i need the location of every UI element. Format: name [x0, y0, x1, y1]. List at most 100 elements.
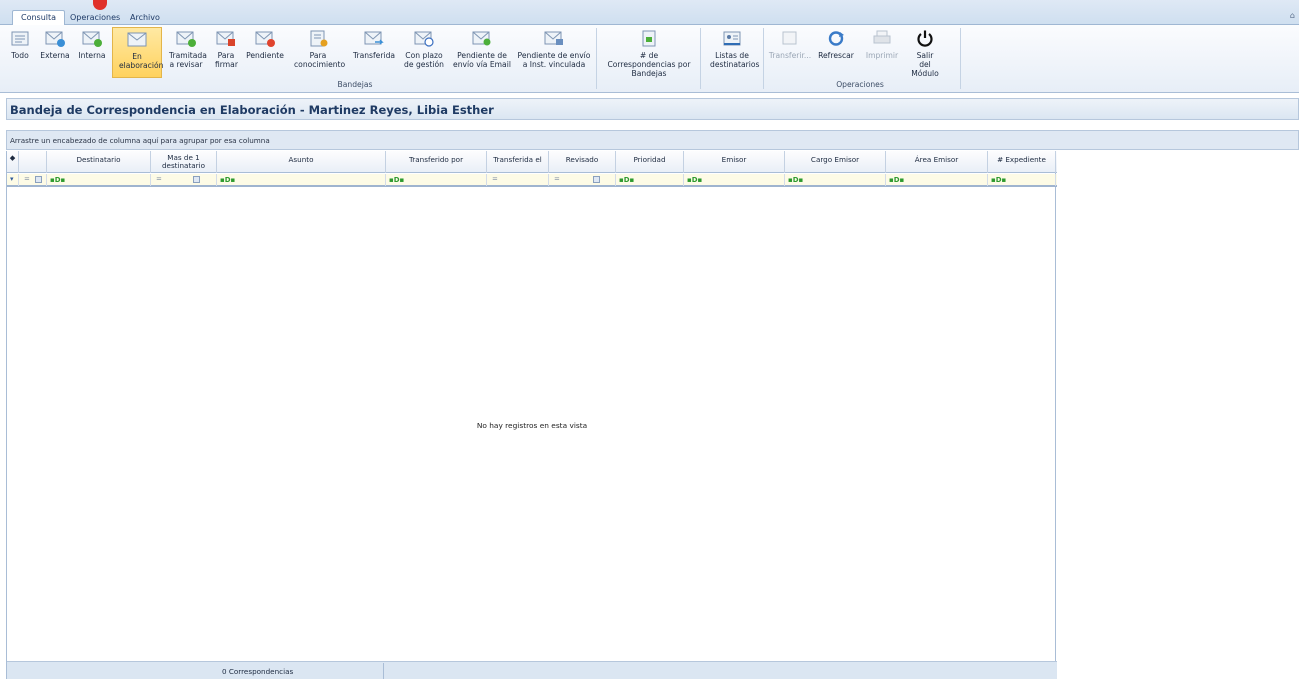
envelope-internal-icon	[82, 31, 102, 47]
tab-consulta[interactable]: Consulta	[12, 10, 66, 25]
column-header-destinatario[interactable]: Destinatario	[47, 151, 151, 173]
ribbon-button-pendiente-email[interactable]: Pendiente de envío vía Email	[452, 27, 512, 78]
refresh-icon	[828, 31, 844, 46]
column-header-area-emisor[interactable]: Área Emisor	[886, 151, 988, 173]
ribbon-button-refrescar[interactable]: Refrescar	[816, 27, 856, 78]
document-count-icon	[642, 30, 656, 47]
ribbon-button-transferir[interactable]: Transferir...	[768, 27, 812, 78]
equals-icon: =	[492, 175, 498, 183]
ribbon-separator	[960, 28, 961, 89]
printer-icon	[873, 30, 891, 44]
ribbon-button-pendiente-inst[interactable]: Pendiente de envío a Inst. vinculada	[516, 27, 592, 78]
filter-cargo-emisor[interactable]: ▪D▪	[785, 174, 886, 186]
ribbon-separator	[700, 28, 701, 89]
envelope-institution-icon	[544, 31, 563, 45]
ribbon-button-salir[interactable]: Salir del Módulo	[905, 27, 945, 78]
envelope-transfer-icon	[364, 31, 384, 45]
equals-icon: =	[554, 175, 560, 183]
envelope-email-icon	[472, 31, 491, 46]
select-column-header[interactable]	[19, 151, 47, 173]
envelope-pending-icon	[255, 31, 275, 47]
equals-icon: =	[156, 175, 162, 183]
ribbon: Todo Externa Interna En elaboración Tram…	[0, 25, 1299, 93]
envelope-draft-icon	[127, 32, 147, 47]
envelope-list-icon	[11, 31, 29, 46]
ribbon-tab-bar: Consulta Operaciones Archivo ⌂	[0, 0, 1299, 25]
record-count: 0 Correspondencias	[222, 667, 294, 676]
notification-badge	[93, 0, 107, 10]
column-header-cargo-emisor[interactable]: Cargo Emisor	[785, 151, 886, 173]
ribbon-button-pendiente[interactable]: Pendiente	[245, 27, 285, 78]
filter-select[interactable]: =	[19, 174, 47, 186]
column-header-transferido-por[interactable]: Transferido por	[386, 151, 487, 173]
grid-header: ◆ Destinatario Mas de 1 destinatario Asu…	[7, 151, 1057, 173]
filter-prioridad[interactable]: ▪D▪	[616, 174, 684, 186]
ribbon-button-tramitada[interactable]: Tramitada a revisar	[166, 27, 207, 78]
ribbon-button-para-conocimiento[interactable]: Para conocimiento	[290, 27, 346, 78]
filter-checkbox[interactable]	[193, 176, 200, 183]
filter-contains-icon: ▪D▪	[220, 176, 236, 184]
filter-row: ▾ = ▪D▪ = ▪D▪ ▪D▪ = = ▪D▪ ▪D▪ ▪D▪ ▪D▪ ▪D…	[7, 174, 1057, 187]
ribbon-button-en-elaboracion[interactable]: En elaboración	[112, 27, 163, 78]
filter-contains-icon: ▪D▪	[619, 176, 635, 184]
filter-row-indicator: ▾	[7, 174, 19, 186]
column-header-expediente[interactable]: # Expediente	[988, 151, 1056, 173]
filter-area-emisor[interactable]: ▪D▪	[886, 174, 988, 186]
ribbon-separator	[763, 28, 764, 89]
column-header-prioridad[interactable]: Prioridad	[616, 151, 684, 173]
filter-contains-icon: ▪D▪	[50, 176, 66, 184]
envelope-sign-icon	[216, 31, 235, 46]
filter-checkbox[interactable]	[593, 176, 600, 183]
filter-emisor[interactable]: ▪D▪	[684, 174, 785, 186]
contacts-list-icon	[723, 31, 741, 46]
column-header-transferida-el[interactable]: Transferida el	[487, 151, 549, 173]
ribbon-separator	[596, 28, 597, 89]
document-info-icon	[310, 30, 328, 47]
envelope-external-icon	[45, 31, 65, 47]
page-title-bar: Bandeja de Correspondencia en Elaboració…	[6, 98, 1299, 120]
group-label-operaciones: Operaciones	[836, 80, 884, 89]
ribbon-button-externa[interactable]: Externa	[38, 27, 72, 78]
empty-grid-message: No hay registros en esta vista	[476, 421, 588, 430]
filter-mas-de-1[interactable]: =	[151, 174, 217, 186]
group-by-panel[interactable]: Arrastre un encabezado de columna aquí p…	[6, 130, 1299, 150]
ribbon-button-interna[interactable]: Interna	[76, 27, 108, 78]
footer-separator	[383, 663, 384, 679]
power-icon	[917, 30, 933, 47]
grid-footer: 0 Correspondencias	[7, 661, 1057, 679]
filter-contains-icon: ▪D▪	[389, 176, 405, 184]
ribbon-button-todo[interactable]: Todo	[6, 27, 34, 78]
filter-contains-icon: ▪D▪	[687, 176, 703, 184]
tab-archivo[interactable]: Archivo	[122, 11, 168, 25]
filter-contains-icon: ▪D▪	[991, 176, 1007, 184]
filter-contains-icon: ▪D▪	[889, 176, 905, 184]
ribbon-button-correspondencias-por-bandejas[interactable]: # de Correspondencias por Bandejas	[602, 27, 696, 78]
transfer-icon	[782, 31, 797, 45]
ribbon-button-imprimir[interactable]: Imprimir	[862, 27, 902, 78]
filter-checkbox[interactable]	[35, 176, 42, 183]
ribbon-button-con-plazo[interactable]: Con plazo de gestión	[400, 27, 448, 78]
filter-contains-icon: ▪D▪	[788, 176, 804, 184]
ribbon-button-listas-destinatarios[interactable]: Listas de destinatarios	[704, 27, 760, 78]
filter-asunto[interactable]: ▪D▪	[217, 174, 386, 186]
page-title: Bandeja de Correspondencia en Elaboració…	[10, 103, 494, 117]
row-indicator-header[interactable]: ◆	[7, 151, 19, 173]
column-header-asunto[interactable]: Asunto	[217, 151, 386, 173]
ribbon-button-para-firmar[interactable]: Para firmar	[210, 27, 242, 78]
filter-transferido-por[interactable]: ▪D▪	[386, 174, 487, 186]
ribbon-button-transferida[interactable]: Transferida	[352, 27, 396, 78]
group-label-bandejas: Bandejas	[337, 80, 373, 89]
column-header-revisado[interactable]: Revisado	[549, 151, 616, 173]
filter-destinatario[interactable]: ▪D▪	[47, 174, 151, 186]
correspondence-grid[interactable]: ◆ Destinatario Mas de 1 destinatario Asu…	[6, 151, 1057, 679]
equals-icon: =	[24, 175, 30, 183]
filter-expediente[interactable]: ▪D▪	[988, 174, 1056, 186]
envelope-clock-icon	[414, 31, 434, 47]
envelope-check-icon	[176, 31, 196, 47]
column-header-emisor[interactable]: Emisor	[684, 151, 785, 173]
filter-revisado[interactable]: =	[549, 174, 616, 186]
filter-transferida-el[interactable]: =	[487, 174, 549, 186]
tab-operaciones[interactable]: Operaciones	[62, 11, 128, 25]
column-header-mas-de-1-destinatario[interactable]: Mas de 1 destinatario	[151, 151, 217, 173]
ribbon-collapse-icon[interactable]: ⌂	[1290, 11, 1295, 20]
